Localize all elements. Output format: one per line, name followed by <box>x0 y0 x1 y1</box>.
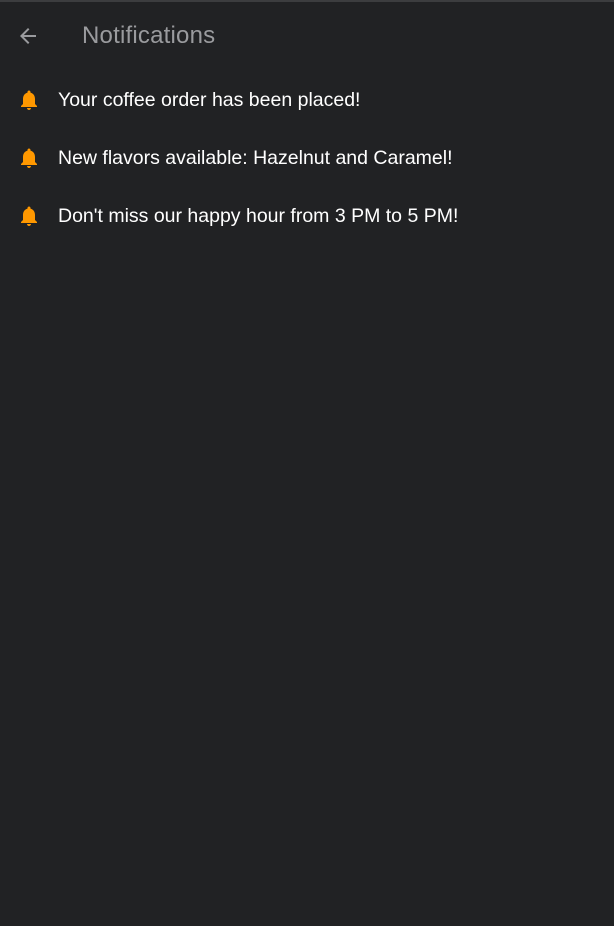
notification-list: Your coffee order has been placed! New f… <box>0 72 614 246</box>
notification-item[interactable]: Your coffee order has been placed! <box>0 72 614 130</box>
bell-icon <box>17 145 41 171</box>
notification-text: New flavors available: Hazelnut and Cara… <box>58 147 453 169</box>
app-bar: Notifications <box>0 2 614 68</box>
notifications-screen: Notifications Your coffee order has been… <box>0 0 614 926</box>
bell-icon <box>17 87 41 113</box>
bell-icon <box>17 203 41 229</box>
arrow-left-icon <box>16 24 40 48</box>
notification-item[interactable]: Don't miss our happy hour from 3 PM to 5… <box>0 188 614 246</box>
notification-text: Don't miss our happy hour from 3 PM to 5… <box>58 205 459 227</box>
page-title: Notifications <box>82 22 216 49</box>
notification-text: Your coffee order has been placed! <box>58 89 361 111</box>
back-button[interactable] <box>14 22 42 50</box>
notification-item[interactable]: New flavors available: Hazelnut and Cara… <box>0 130 614 188</box>
